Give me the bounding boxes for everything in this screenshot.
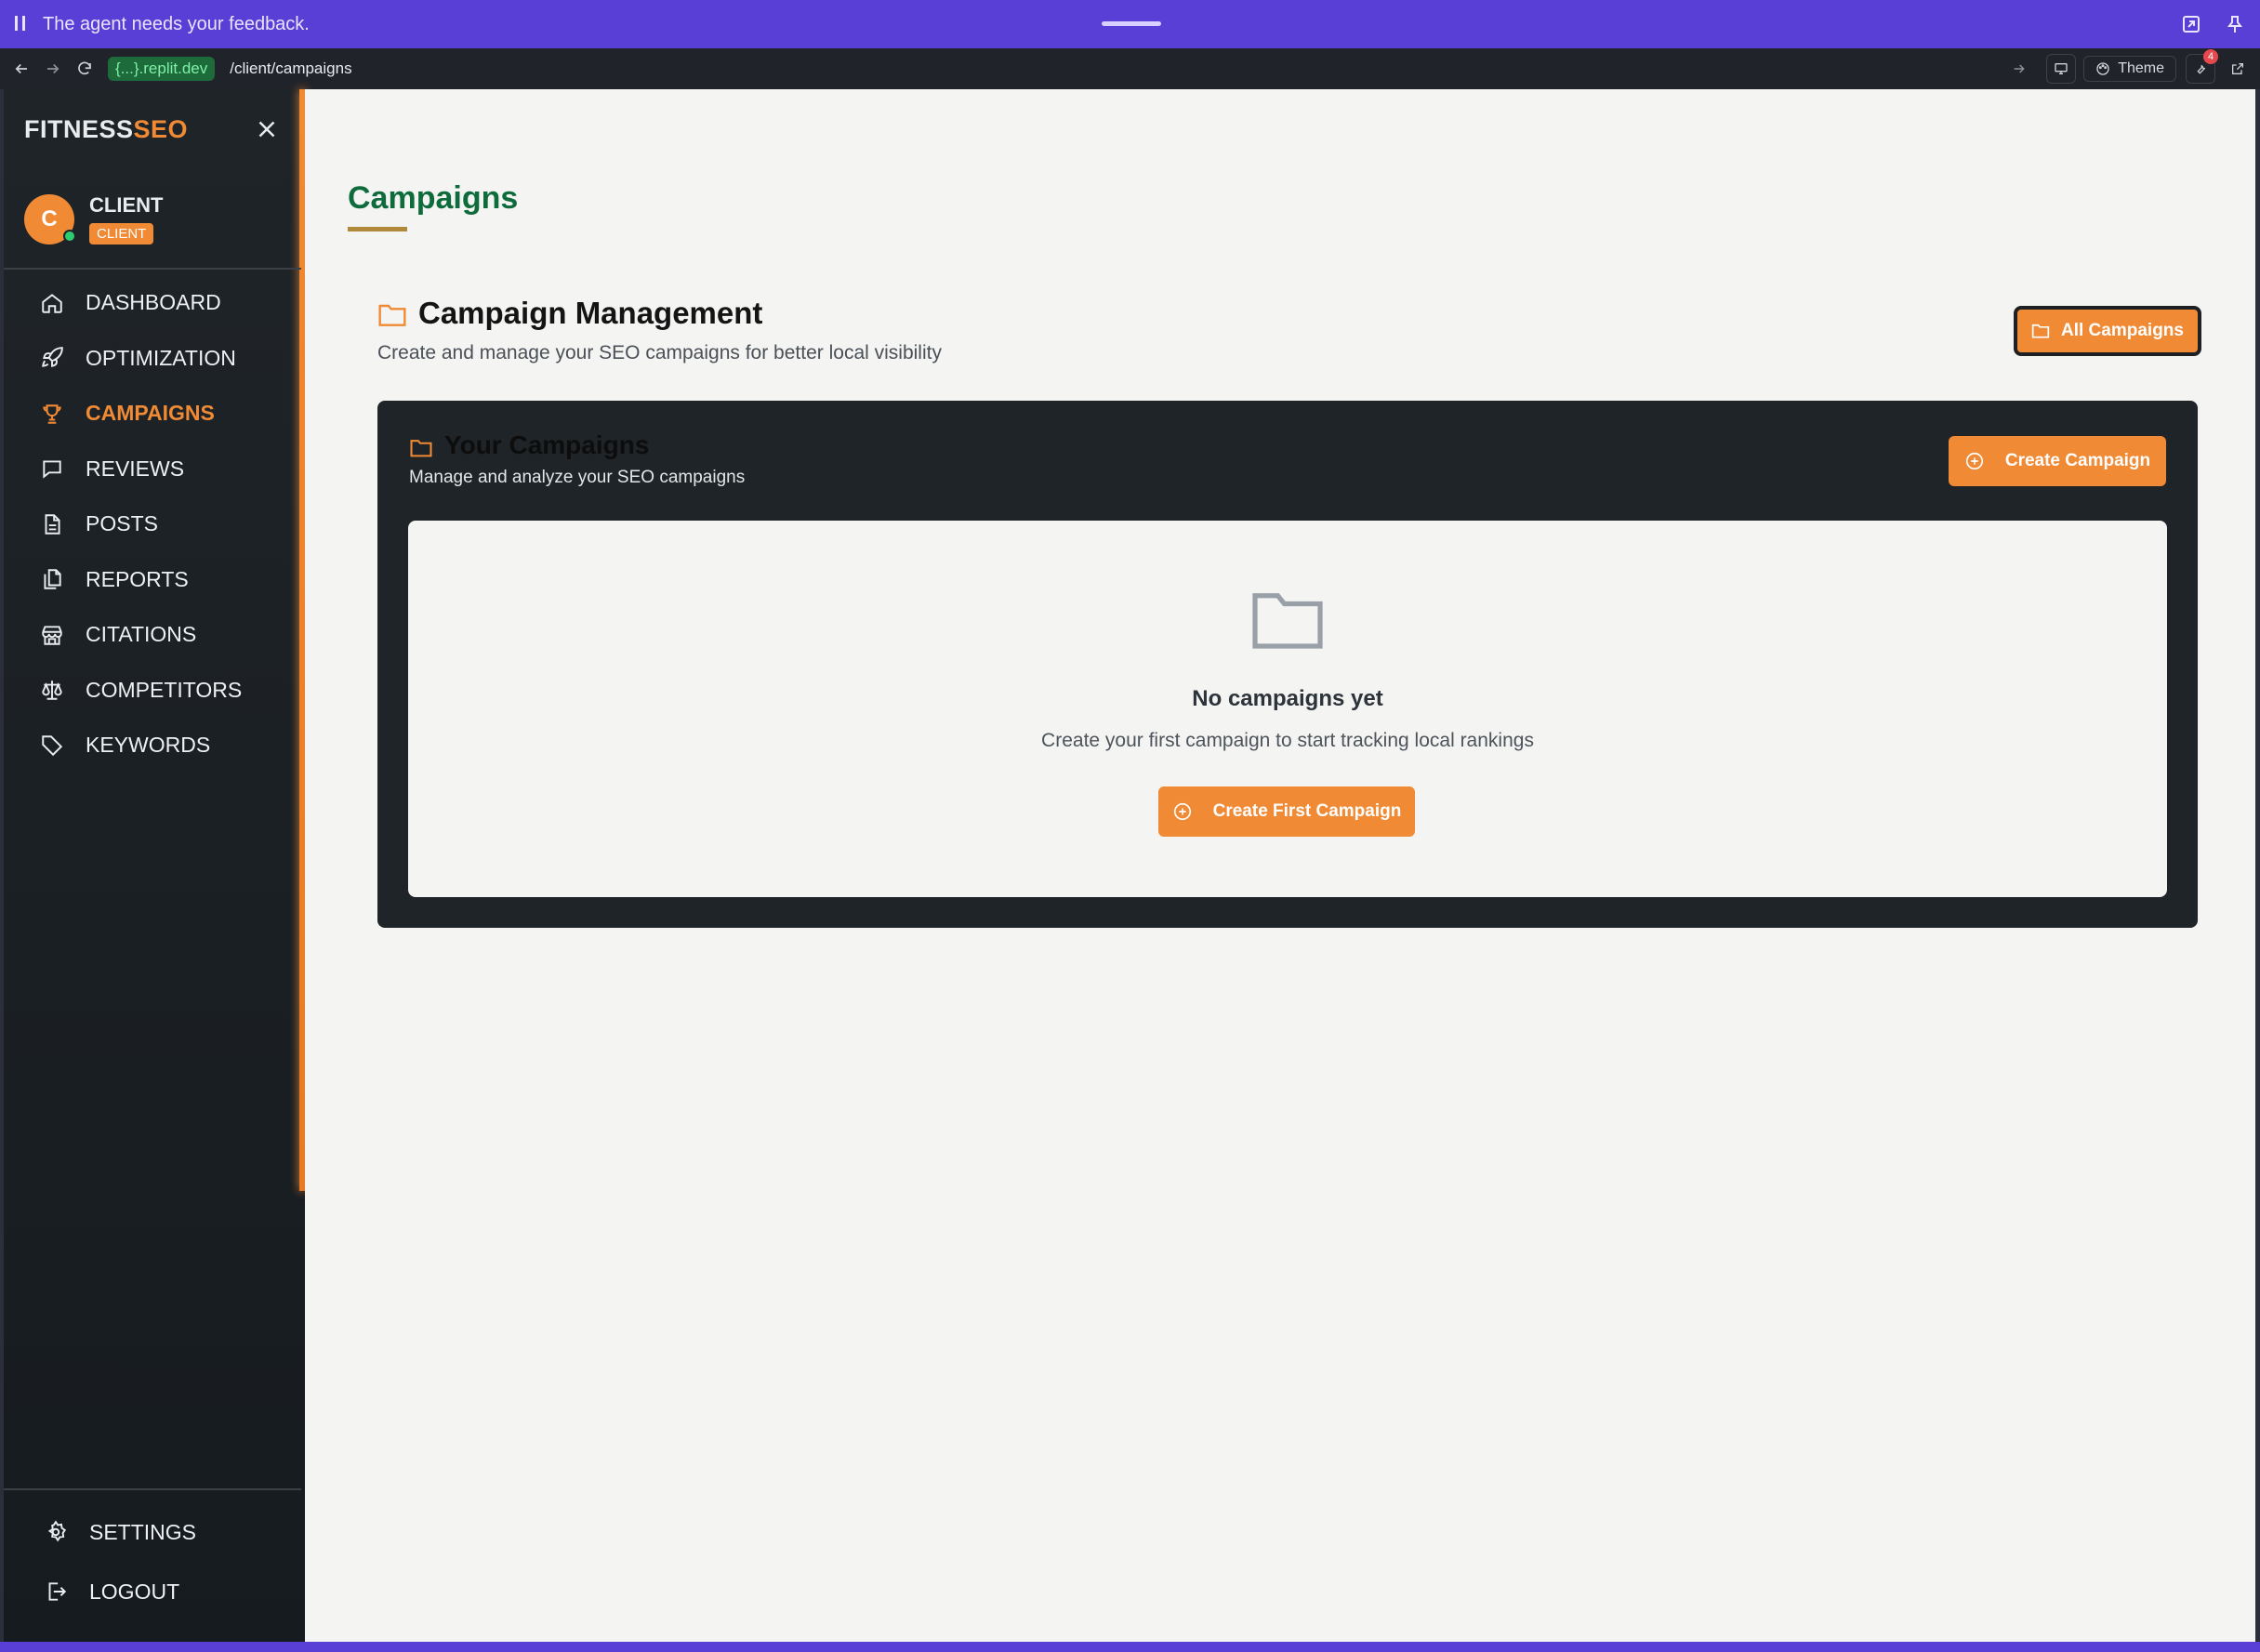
- empty-state-subtitle: Create your first campaign to start trac…: [1041, 730, 1534, 751]
- app-logo[interactable]: FITNESSSEO: [24, 115, 188, 144]
- sidebar-item-dashboard[interactable]: DASHBOARD: [4, 275, 301, 331]
- sidebar-item-label: OPTIMIZATION: [86, 345, 236, 370]
- sidebar-bottom-menu: SETTINGS LOGOUT: [4, 1502, 301, 1621]
- plus-circle-icon: [1172, 801, 1193, 822]
- main-content: Campaigns Campaign Management Create and…: [305, 89, 2255, 1642]
- title-underline: [348, 227, 407, 231]
- sidebar-item-citations[interactable]: CITATIONS: [4, 607, 301, 663]
- device-icon[interactable]: [2046, 54, 2077, 84]
- window-frame-bottom: [0, 1642, 2260, 1652]
- sidebar-item-label: COMPETITORS: [86, 677, 243, 702]
- sidebar-item-reviews[interactable]: REVIEWS: [4, 442, 301, 497]
- gear-icon: [43, 1519, 69, 1545]
- sidebar-item-label: POSTS: [86, 511, 158, 536]
- sidebar-item-campaigns[interactable]: CAMPAIGNS: [4, 386, 301, 442]
- user-name: CLIENT: [89, 193, 164, 217]
- logo-text-fitness: FITNESS: [24, 115, 134, 143]
- tag-icon: [39, 733, 65, 759]
- browser-navbar: {...}.replit.dev /client/campaigns Theme…: [0, 48, 2260, 89]
- home-icon: [39, 290, 65, 316]
- expand-icon[interactable]: [2180, 13, 2202, 35]
- folder-icon: [409, 435, 433, 457]
- sidebar-item-label: REVIEWS: [86, 456, 185, 481]
- sidebar-item-competitors[interactable]: COMPETITORS: [4, 663, 301, 719]
- files-icon: [39, 566, 65, 592]
- page-title: Campaigns: [348, 180, 519, 216]
- create-campaign-label: Create Campaign: [2004, 451, 2151, 470]
- online-status-dot: [63, 229, 76, 243]
- back-icon[interactable]: [7, 55, 35, 83]
- sidebar-item-keywords[interactable]: KEYWORDS: [4, 718, 301, 773]
- sidebar-item-settings[interactable]: SETTINGS: [4, 1502, 301, 1562]
- url-path[interactable]: /client/campaigns: [230, 59, 351, 78]
- pin-icon[interactable]: [2224, 13, 2246, 35]
- user-role-badge: CLIENT: [89, 223, 154, 244]
- url-host[interactable]: {...}.replit.dev: [108, 57, 216, 81]
- pause-icon[interactable]: [15, 16, 30, 33]
- file-icon: [39, 511, 65, 537]
- empty-state-title: No campaigns yet: [1192, 686, 1383, 711]
- sidebar-item-label: KEYWORDS: [86, 733, 211, 758]
- your-campaigns-title: Your Campaigns: [444, 430, 650, 459]
- agent-message: The agent needs your feedback.: [43, 13, 310, 34]
- sidebar-item-label: SETTINGS: [89, 1519, 197, 1544]
- avatar: C: [24, 193, 76, 244]
- create-first-campaign-button[interactable]: Create First Campaign: [1158, 786, 1415, 837]
- all-campaigns-label: All Campaigns: [2061, 321, 2184, 340]
- your-campaigns-panel: Your Campaigns Manage and analyze your S…: [377, 401, 2198, 928]
- sidebar-item-label: CAMPAIGNS: [86, 401, 215, 426]
- folder-icon: [377, 300, 407, 326]
- sidebar-item-label: DASHBOARD: [86, 290, 221, 315]
- empty-state: No campaigns yet Create your first campa…: [408, 521, 2167, 897]
- your-campaigns-subtitle: Manage and analyze your SEO campaigns: [409, 468, 746, 487]
- sidebar-divider: [4, 268, 301, 270]
- user-profile: C CLIENT CLIENT: [24, 193, 163, 244]
- tools-button[interactable]: 4: [2186, 49, 2218, 84]
- theme-button[interactable]: Theme: [2083, 56, 2176, 82]
- theme-label: Theme: [2118, 60, 2164, 76]
- your-campaigns-heading: Your Campaigns: [409, 430, 649, 460]
- forward-icon[interactable]: [39, 55, 67, 83]
- open-external-icon[interactable]: [2223, 54, 2253, 84]
- campaign-management-subtitle: Create and manage your SEO campaigns for…: [377, 342, 942, 363]
- sidebar-divider: [4, 1488, 301, 1490]
- sidebar-item-reports[interactable]: REPORTS: [4, 552, 301, 608]
- campaign-management-heading: Campaign Management: [377, 296, 762, 331]
- reload-icon[interactable]: [71, 55, 99, 83]
- sidebar-menu: DASHBOARD OPTIMIZATION CAMPAIGNS REVIEWS…: [4, 275, 301, 773]
- create-first-campaign-label: Create First Campaign: [1212, 801, 1402, 821]
- trophy-icon: [39, 401, 65, 427]
- message-icon: [39, 456, 65, 482]
- campaign-management-title: Campaign Management: [418, 296, 763, 330]
- store-icon: [39, 622, 65, 648]
- sidebar-item-label: CITATIONS: [86, 622, 197, 647]
- go-icon[interactable]: [2005, 55, 2033, 83]
- sidebar-item-optimization[interactable]: OPTIMIZATION: [4, 331, 301, 387]
- drag-handle[interactable]: [1102, 21, 1161, 26]
- sidebar-item-logout[interactable]: LOGOUT: [4, 1562, 301, 1621]
- rocket-icon: [39, 345, 65, 371]
- sidebar: FITNESSSEO C CLIENT CLIENT DASHBOARD OPT…: [4, 89, 305, 1642]
- sidebar-item-posts[interactable]: POSTS: [4, 496, 301, 552]
- avatar-initial: C: [41, 205, 58, 231]
- agent-feedback-bar: The agent needs your feedback.: [0, 0, 2260, 48]
- close-sidebar-icon[interactable]: [253, 115, 281, 143]
- sidebar-item-label: REPORTS: [86, 566, 189, 591]
- folder-icon: [2031, 323, 2050, 339]
- palette-icon: [2096, 62, 2109, 75]
- scale-icon: [39, 677, 65, 703]
- create-campaign-button[interactable]: Create Campaign: [1949, 436, 2166, 486]
- sidebar-item-label: LOGOUT: [89, 1579, 180, 1604]
- logout-icon: [43, 1579, 69, 1605]
- notification-badge: 4: [2203, 49, 2218, 64]
- wrench-icon: [2197, 64, 2206, 74]
- plus-circle-icon: [1964, 451, 1985, 471]
- folder-icon: [1249, 586, 1327, 654]
- logo-text-seo: SEO: [133, 115, 189, 143]
- all-campaigns-button[interactable]: All Campaigns: [2014, 306, 2201, 356]
